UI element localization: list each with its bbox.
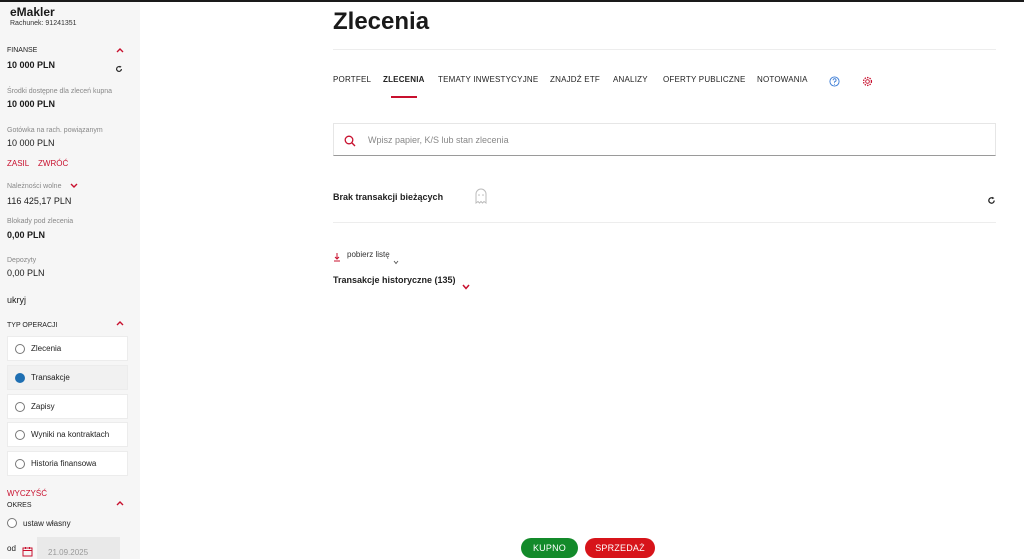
- period-heading: OKRES: [7, 502, 32, 509]
- tab-investment-themes[interactable]: TEMATY INWESTYCYJNE: [438, 75, 538, 84]
- topup-link[interactable]: ZASIL: [7, 159, 29, 168]
- deposits-label: Depozyty: [7, 257, 37, 264]
- chevron-down-icon: [461, 277, 470, 290]
- custom-period-option[interactable]: ustaw własny: [7, 518, 71, 528]
- available-funds-label: Środki dostępne dla zleceń kupna: [7, 88, 113, 95]
- buy-button[interactable]: KUPNO: [521, 538, 578, 558]
- radio-button-selected[interactable]: [15, 372, 25, 383]
- radio-button[interactable]: [15, 401, 25, 412]
- radio-button[interactable]: [7, 518, 17, 528]
- search-box[interactable]: [333, 123, 996, 156]
- chevron-up-icon[interactable]: [116, 320, 124, 327]
- account-number: Rachunek: 91241351: [10, 20, 77, 27]
- active-tab-indicator: [391, 96, 417, 98]
- divider: [333, 49, 996, 50]
- finance-heading: FINANSE: [7, 47, 38, 54]
- custom-period-label: ustaw własny: [23, 518, 71, 528]
- receivables-label: Należności wolne: [7, 183, 62, 190]
- withdraw-link[interactable]: ZWRÓĆ: [38, 159, 68, 168]
- download-icon: [333, 249, 341, 262]
- blocked-value: 0,00 PLN: [7, 230, 46, 240]
- page-title: Zlecenia: [333, 8, 430, 35]
- date-from-value: 21.09.2025: [48, 548, 89, 557]
- empty-state-title: Brak transakcji bieżących: [333, 192, 444, 202]
- chevron-up-icon[interactable]: [116, 500, 124, 507]
- date-from-label: od: [7, 544, 16, 553]
- tab-portfolio[interactable]: PORTFEL: [333, 75, 371, 84]
- operation-option-transactions[interactable]: Transakcje: [7, 365, 128, 390]
- available-funds-value: 10 000 PLN: [7, 99, 56, 109]
- refresh-icon[interactable]: [115, 60, 123, 72]
- deposits-value: 0,00 PLN: [7, 268, 45, 278]
- operation-type-heading: TYP OPERACJI: [7, 322, 58, 329]
- operation-option-contract-results[interactable]: Wyniki na kontraktach: [7, 422, 128, 447]
- balance-value: 10 000 PLN: [7, 60, 56, 70]
- download-list-button[interactable]: pobierz listę: [333, 248, 399, 264]
- download-list-label: pobierz listę: [347, 249, 390, 259]
- tab-orders[interactable]: ZLECENIA: [383, 75, 425, 84]
- search-icon: [344, 134, 356, 147]
- blocked-label: Blokady pod zlecenia: [7, 218, 74, 225]
- hide-link[interactable]: ukryj: [7, 295, 26, 305]
- receivables-value: 116 425,17 PLN: [7, 196, 72, 206]
- divider: [333, 222, 996, 223]
- settings-icon[interactable]: [862, 74, 873, 87]
- tab-find-etf[interactable]: ZNAJDŹ ETF: [550, 75, 600, 84]
- operation-option-subscriptions[interactable]: Zapisy: [7, 394, 128, 419]
- history-toggle[interactable]: Transakcje historyczne (135): [333, 275, 470, 290]
- history-label: Transakcje historyczne (135): [333, 275, 456, 285]
- refresh-icon[interactable]: [987, 192, 996, 204]
- operation-option-label: Zlecenia: [31, 344, 62, 353]
- radio-button[interactable]: [15, 429, 25, 440]
- sidebar: eMakler Rachunek: 91241351 FINANSE 10 00…: [0, 2, 140, 559]
- operation-option-label: Zapisy: [31, 402, 55, 411]
- chevron-up-icon[interactable]: [116, 47, 124, 54]
- linked-cash-label: Gotówka na rach. powiązanym: [7, 127, 103, 134]
- chevron-down-icon: [393, 252, 399, 264]
- calendar-icon[interactable]: [22, 544, 33, 557]
- chevron-down-icon[interactable]: [70, 183, 78, 190]
- clear-link[interactable]: WYCZYŚĆ: [7, 489, 47, 498]
- ghost-icon: [474, 188, 488, 204]
- search-input[interactable]: [368, 132, 968, 148]
- brand-name: eMakler: [10, 5, 55, 19]
- operation-option-orders[interactable]: Zlecenia: [7, 336, 128, 361]
- operation-option-financial-history[interactable]: Historia finansowa: [7, 451, 128, 476]
- operation-option-label: Wyniki na kontraktach: [31, 430, 110, 439]
- radio-button[interactable]: [15, 343, 25, 354]
- operation-option-label: Transakcje: [31, 373, 70, 382]
- help-icon[interactable]: [829, 74, 840, 87]
- radio-button[interactable]: [15, 458, 25, 469]
- tab-analyses[interactable]: ANALIZY: [613, 75, 648, 84]
- tab-public-offerings[interactable]: OFERTY PUBLICZNE: [663, 75, 745, 84]
- operation-option-label: Historia finansowa: [31, 459, 97, 468]
- linked-cash-value: 10 000 PLN: [7, 138, 55, 148]
- sell-button[interactable]: SPRZEDAŻ: [585, 538, 655, 558]
- tab-quotes[interactable]: NOTOWANIA: [757, 75, 808, 84]
